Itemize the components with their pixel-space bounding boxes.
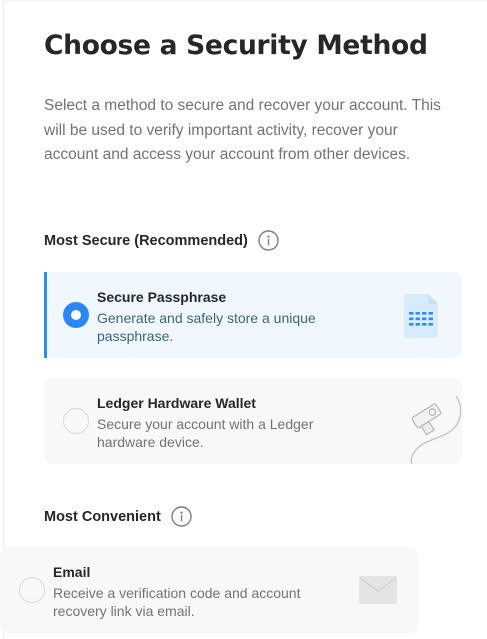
top-border: [3, 0, 487, 1]
section-heading-label: Most Convenient: [44, 508, 161, 525]
section-heading-most-convenient: Most Convenient: [44, 506, 192, 527]
radio-ledger-hardware-wallet[interactable]: [63, 408, 89, 434]
option-description: Secure your account with a Ledger hardwa…: [97, 416, 314, 450]
radio-secure-passphrase[interactable]: [63, 302, 89, 328]
info-icon[interactable]: [171, 506, 192, 527]
option-title: Ledger Hardware Wallet: [97, 395, 256, 411]
option-secure-passphrase[interactable]: Secure Passphrase Generate and safely st…: [44, 272, 462, 358]
selected-accent-bar: [44, 272, 47, 358]
option-ledger-hardware-wallet[interactable]: Ledger Hardware Wallet Secure your accou…: [44, 378, 462, 465]
section-heading-most-secure: Most Secure (Recommended): [44, 230, 279, 251]
radio-email[interactable]: [19, 577, 45, 603]
ledger-device-icon: [406, 392, 462, 469]
page-description: Select a method to secure and recover yo…: [44, 97, 441, 163]
option-description: Receive a verification code and account …: [53, 585, 301, 619]
option-title: Email: [53, 564, 91, 580]
option-description: Generate and safely store a unique passp…: [97, 310, 316, 344]
option-email[interactable]: Email Receive a verification code and ac…: [0, 547, 418, 633]
section-heading-label: Most Secure (Recommended): [44, 232, 248, 249]
envelope-icon: [359, 576, 397, 609]
left-border: [3, 0, 4, 639]
option-title: Secure Passphrase: [97, 289, 227, 305]
info-icon[interactable]: [258, 230, 279, 251]
passphrase-document-icon: [404, 294, 438, 343]
page-title: Choose a Security Method: [44, 30, 428, 61]
